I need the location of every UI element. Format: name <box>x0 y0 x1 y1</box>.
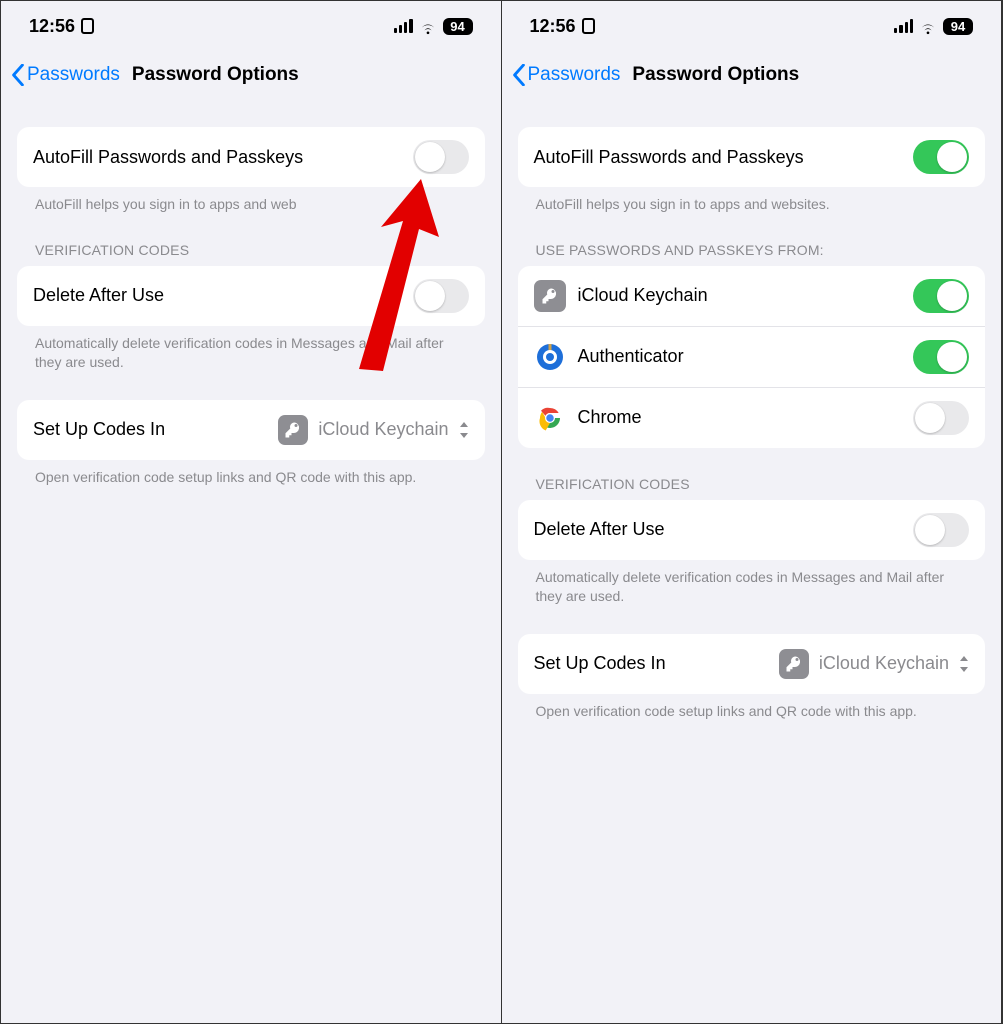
authenticator-icon <box>534 341 566 373</box>
key-icon <box>534 280 566 312</box>
page-title: Password Options <box>632 64 799 86</box>
setup-codes-row[interactable]: Set Up Codes In iCloud Keychain <box>17 400 485 460</box>
autofill-row[interactable]: AutoFill Passwords and Passkeys <box>17 127 485 187</box>
key-icon <box>278 415 308 445</box>
wifi-icon <box>919 19 937 33</box>
autofill-caption: AutoFill helps you sign in to apps and w… <box>35 195 467 214</box>
source-label: Chrome <box>578 407 902 428</box>
setup-codes-value: iCloud Keychain <box>819 653 949 674</box>
status-time: 12:56 <box>530 16 576 37</box>
back-button[interactable]: Passwords <box>11 64 120 86</box>
source-label: Authenticator <box>578 346 902 367</box>
setup-codes-label: Set Up Codes In <box>534 653 779 674</box>
nav-bar: Passwords Password Options <box>1 51 501 99</box>
delete-after-use-toggle[interactable] <box>413 279 469 313</box>
battery-indicator: 94 <box>443 18 473 35</box>
battery-indicator: 94 <box>943 18 973 35</box>
status-bar: 12:56 94 <box>1 1 501 51</box>
source-toggle-keychain[interactable] <box>913 279 969 313</box>
chevron-left-icon <box>512 64 526 86</box>
chevron-up-down-icon <box>959 656 969 672</box>
source-row-keychain[interactable]: iCloud Keychain <box>518 266 986 326</box>
cellular-icon <box>894 19 913 33</box>
source-toggle-chrome[interactable] <box>913 401 969 435</box>
delete-after-use-row[interactable]: Delete After Use <box>518 500 986 560</box>
setup-codes-label: Set Up Codes In <box>33 419 278 440</box>
autofill-label: AutoFill Passwords and Passkeys <box>33 147 401 168</box>
autofill-toggle[interactable] <box>413 140 469 174</box>
autofill-toggle[interactable] <box>913 140 969 174</box>
autofill-row[interactable]: AutoFill Passwords and Passkeys <box>518 127 986 187</box>
source-toggle-authenticator[interactable] <box>913 340 969 374</box>
setup-codes-caption: Open verification code setup links and Q… <box>35 468 467 487</box>
chevron-left-icon <box>11 64 25 86</box>
setup-codes-caption: Open verification code setup links and Q… <box>536 702 968 721</box>
setup-codes-value: iCloud Keychain <box>318 419 448 440</box>
screenshot-right: 12:56 94 Passwords Password Options Auto… <box>502 1 1003 1023</box>
setup-codes-picker[interactable]: iCloud Keychain <box>278 415 468 445</box>
delete-after-use-toggle[interactable] <box>913 513 969 547</box>
setup-codes-row[interactable]: Set Up Codes In iCloud Keychain <box>518 634 986 694</box>
nav-bar: Passwords Password Options <box>502 51 1002 99</box>
back-button[interactable]: Passwords <box>512 64 621 86</box>
sources-header: USE PASSWORDS AND PASSKEYS FROM: <box>536 242 982 258</box>
key-icon <box>779 649 809 679</box>
autofill-label: AutoFill Passwords and Passkeys <box>534 147 902 168</box>
wifi-icon <box>419 19 437 33</box>
cellular-icon <box>394 19 413 33</box>
autofill-caption: AutoFill helps you sign in to apps and w… <box>536 195 968 214</box>
status-time: 12:56 <box>29 16 75 37</box>
verification-header: VERIFICATION CODES <box>35 242 481 258</box>
page-title: Password Options <box>132 64 299 86</box>
setup-codes-picker[interactable]: iCloud Keychain <box>779 649 969 679</box>
source-label: iCloud Keychain <box>578 285 902 306</box>
status-bar: 12:56 94 <box>502 1 1002 51</box>
lock-orientation-icon <box>81 18 94 34</box>
lock-orientation-icon <box>582 18 595 34</box>
chrome-icon <box>534 402 566 434</box>
back-label: Passwords <box>528 64 621 86</box>
source-row-chrome[interactable]: Chrome <box>518 387 986 448</box>
delete-after-use-caption: Automatically delete verification codes … <box>35 334 467 372</box>
verification-header: VERIFICATION CODES <box>536 476 982 492</box>
back-label: Passwords <box>27 64 120 86</box>
source-row-authenticator[interactable]: Authenticator <box>518 326 986 387</box>
delete-after-use-label: Delete After Use <box>33 285 401 306</box>
chevron-up-down-icon <box>459 422 469 438</box>
screenshot-left: 12:56 94 Passwords Password Options Auto… <box>1 1 502 1023</box>
delete-after-use-label: Delete After Use <box>534 519 902 540</box>
delete-after-use-caption: Automatically delete verification codes … <box>536 568 968 606</box>
delete-after-use-row[interactable]: Delete After Use <box>17 266 485 326</box>
